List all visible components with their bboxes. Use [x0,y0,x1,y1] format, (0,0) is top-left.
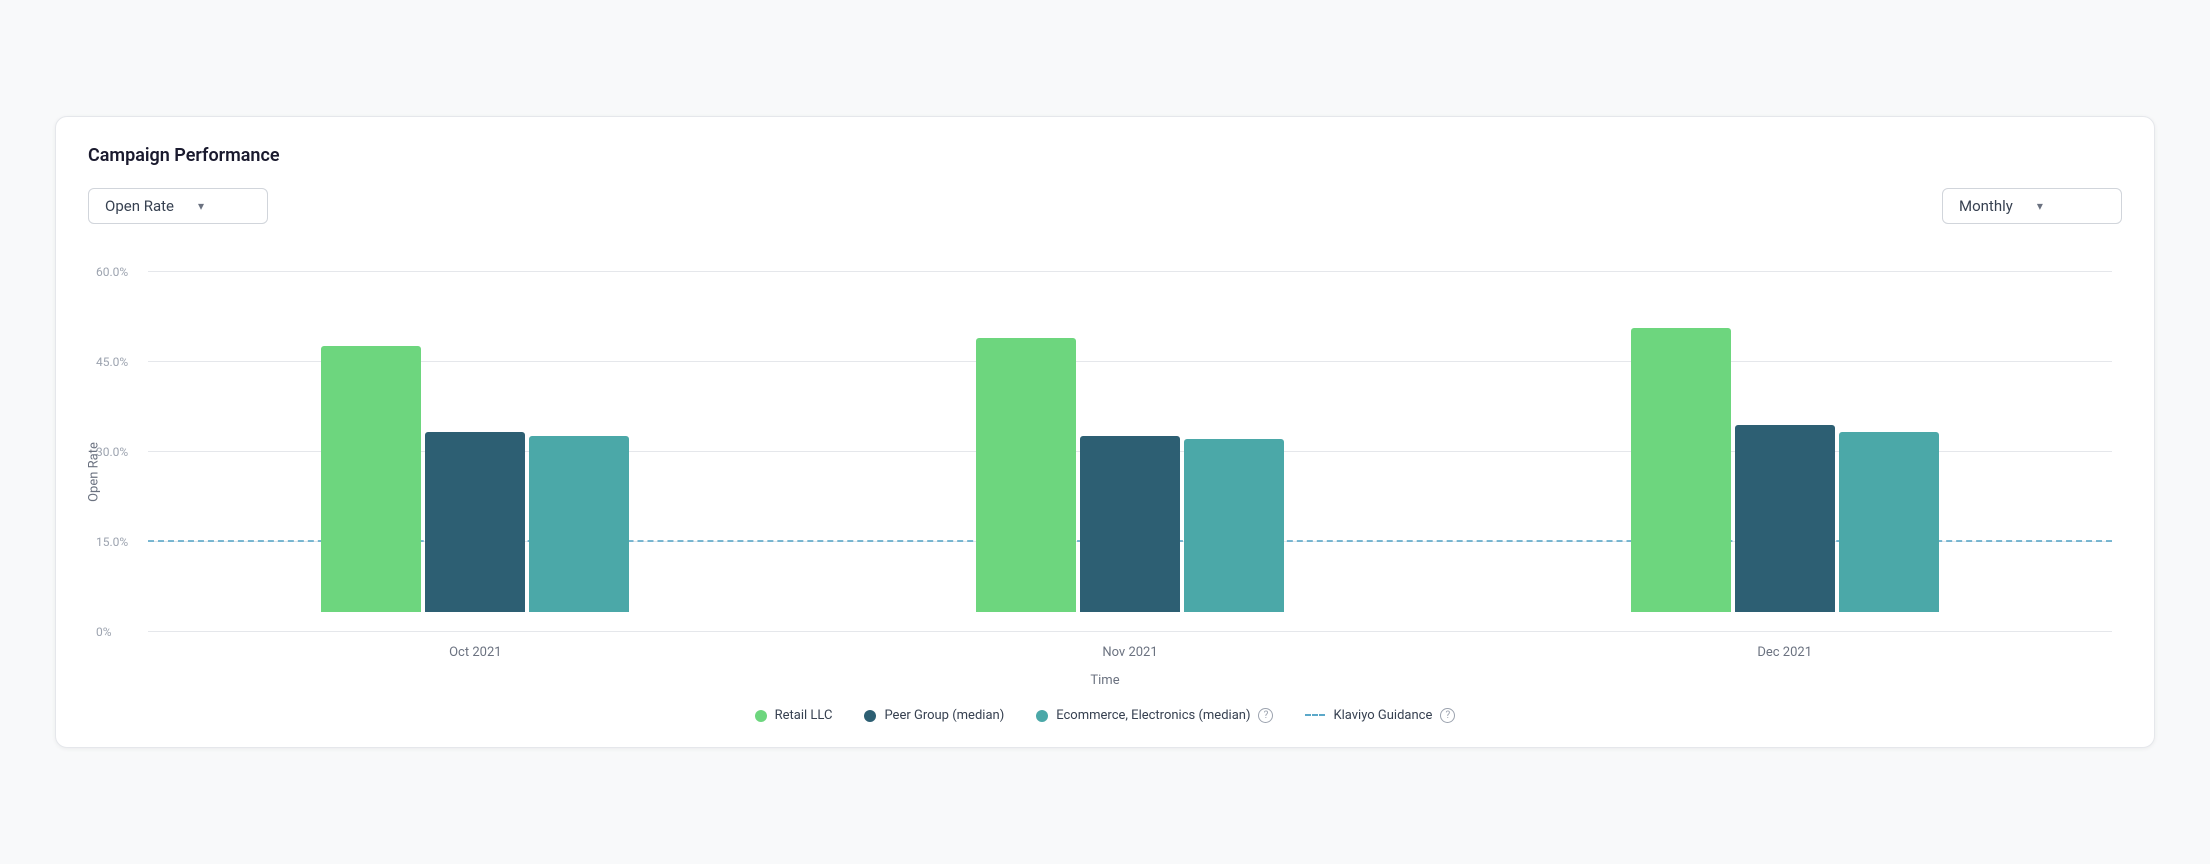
legend-dot [1036,710,1048,722]
month-group [1457,328,2112,612]
bar-ecommerce [1839,432,1939,612]
period-label: Monthly [1959,197,2013,215]
metric-dropdown-arrow: ▾ [198,199,204,213]
legend-dot [864,710,876,722]
month-group [803,338,1458,612]
y-tick-label: 15.0% [96,535,128,549]
campaign-performance-card: Campaign Performance Open Rate ▾ Monthly… [55,116,2155,748]
period-dropdown-arrow: ▾ [2037,199,2043,213]
x-tick-label: Oct 2021 [148,645,803,660]
bars-container [148,252,2112,612]
legend-label: Ecommerce, Electronics (median) [1056,708,1250,723]
legend-item: Klaviyo Guidance? [1305,708,1455,723]
bar-peer [1080,436,1180,612]
legend-item: Ecommerce, Electronics (median)? [1036,708,1273,723]
y-tick-label: 60.0% [96,265,128,279]
legend: Retail LLC Peer Group (median) Ecommerce, … [88,708,2122,723]
bar-ecommerce [529,436,629,612]
chart-inner: 60.0%45.0%30.0%15.0%0% [148,252,2112,632]
x-tick-label: Nov 2021 [803,645,1458,660]
legend-dash [1305,714,1325,717]
y-tick-label: 30.0% [96,445,128,459]
legend-label: Peer Group (median) [884,708,1004,723]
period-dropdown[interactable]: Monthly ▾ [1942,188,2122,224]
legend-label: Klaviyo Guidance [1333,708,1432,723]
x-tick-label: Dec 2021 [1457,645,2112,660]
y-tick-label: 0% [96,625,112,639]
bar-peer [1735,425,1835,612]
legend-dot [755,710,767,722]
bar-ecommerce [1184,439,1284,612]
legend-question-icon[interactable]: ? [1258,708,1273,723]
card-title: Campaign Performance [88,145,2122,166]
bar-retail [321,346,421,612]
legend-label: Retail LLC [775,708,833,723]
bar-peer [425,432,525,612]
y-tick-label: 45.0% [96,355,128,369]
x-axis-title: Time [1090,673,1119,688]
legend-question-icon[interactable]: ? [1440,708,1455,723]
controls-bar: Open Rate ▾ Monthly ▾ [88,188,2122,224]
chart-area: Open Rate 60.0%45.0%30.0%15.0%0% Oct 202… [88,252,2122,692]
legend-item: Peer Group (median) [864,708,1004,723]
legend-item: Retail LLC [755,708,833,723]
metric-dropdown[interactable]: Open Rate ▾ [88,188,268,224]
grid-line [148,631,2112,632]
bar-retail [1631,328,1731,612]
x-axis: Oct 2021Nov 2021Dec 2021 [148,645,2112,660]
bar-retail [976,338,1076,612]
metric-label: Open Rate [105,197,174,215]
month-group [148,346,803,612]
